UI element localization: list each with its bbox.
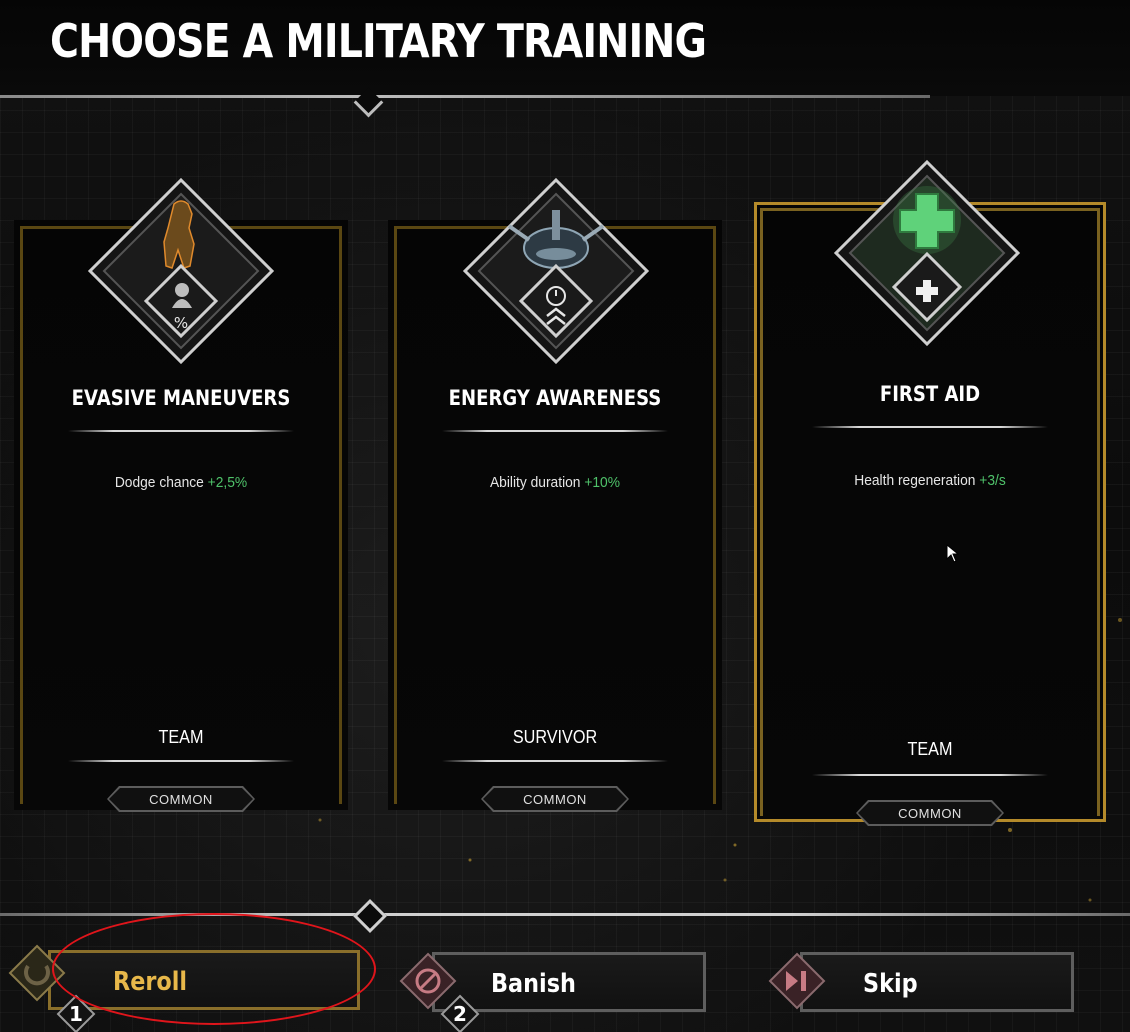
card-title: EVASIVE MANEUVERS	[71, 386, 291, 410]
svg-text:%: %	[174, 314, 188, 332]
card-category: SURVIVOR	[512, 727, 598, 747]
stat-label: Dodge chance	[114, 474, 204, 491]
stat-bonus: +2,5%	[207, 474, 248, 491]
card-stat: Dodge chance +2,5%	[27, 474, 334, 491]
rarity-badge: COMMON	[107, 786, 255, 812]
medical-cross-icon	[833, 159, 1021, 347]
reroll-label: Reroll	[113, 967, 188, 997]
card-stat: Health regeneration +3/s	[768, 472, 1092, 489]
action-bar-divider	[0, 913, 1130, 916]
mouse-cursor-icon	[946, 544, 960, 563]
card-divider	[68, 430, 294, 432]
card-divider-bottom	[812, 774, 1048, 776]
rarity-badge: COMMON	[856, 800, 1004, 826]
card-category: TEAM	[907, 739, 953, 759]
card-divider	[442, 430, 668, 432]
skip-icon	[768, 952, 826, 1010]
reroll-hotkey: 1	[69, 1002, 83, 1026]
card-title: FIRST AID	[879, 382, 981, 406]
card-category: TEAM	[158, 727, 204, 747]
skip-label: Skip	[863, 969, 918, 999]
page-title: CHOOSE A MILITARY TRAINING	[50, 14, 707, 68]
stat-bonus: +10%	[584, 474, 621, 491]
stat-label: Ability duration	[489, 474, 581, 491]
card-divider-bottom	[68, 760, 294, 762]
action-bar-diamond	[353, 899, 387, 933]
game-screen: CHOOSE A MILITARY TRAINING EVASIVE MANEU…	[0, 0, 1130, 1032]
banish-hotkey: 2	[453, 1002, 467, 1026]
banish-label: Banish	[491, 969, 576, 999]
card-divider	[812, 426, 1048, 428]
stat-label: Health regeneration	[854, 472, 976, 489]
energy-device-icon	[462, 177, 650, 365]
header-divider	[0, 95, 930, 98]
rarity-badge: COMMON	[481, 786, 629, 812]
stat-bonus: +3/s	[979, 472, 1006, 489]
evasion-soldier-icon: %	[87, 177, 275, 365]
card-title: ENERGY AWARENESS	[448, 386, 662, 410]
skip-button[interactable]: Skip	[800, 952, 1074, 1012]
card-stat: Ability duration +10%	[401, 474, 708, 491]
card-divider-bottom	[442, 760, 668, 762]
